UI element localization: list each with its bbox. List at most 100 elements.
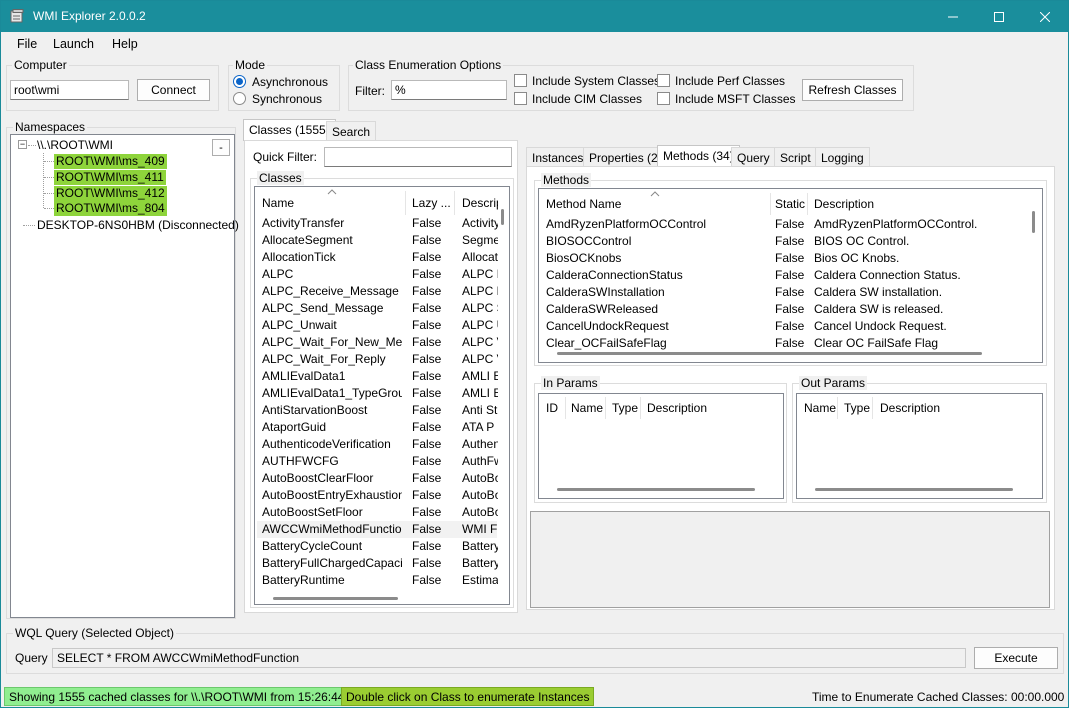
- class-row[interactable]: AutoBoostClearFloor False AutoBo: [257, 470, 498, 487]
- method-row[interactable]: CancelUndockRequest False Cancel Undock Re…: [541, 318, 1029, 335]
- method-row[interactable]: Clear_OCFailSafeFlag False Clear OC FailSa…: [541, 335, 1029, 352]
- class-row[interactable]: BatteryFullChargedCapacity False Battery: [257, 555, 498, 572]
- namespace-tree[interactable]: − \\.\ROOT\WMI ROOT\WMI\ms_409 ROOT\WMI\…: [10, 134, 239, 618]
- class-row[interactable]: BatteryCycleCount False Battery: [257, 538, 498, 555]
- tree-ns-804[interactable]: ROOT\WMI\ms_804: [54, 201, 167, 216]
- col-in-name[interactable]: Name: [571, 401, 603, 415]
- methods-vscroll[interactable]: [1032, 211, 1035, 233]
- class-row[interactable]: AutoBoostSetFloor False AutoBo: [257, 504, 498, 521]
- menu-file[interactable]: File: [17, 37, 37, 51]
- class-row[interactable]: AUTHFWCFG False AuthFw: [257, 453, 498, 470]
- include-cim-checkbox[interactable]: [514, 92, 527, 105]
- include-system-checkbox[interactable]: [514, 74, 527, 87]
- method-desc: Caldera Connection Status.: [814, 268, 961, 282]
- computer-input[interactable]: root\wmi: [10, 80, 129, 100]
- col-static[interactable]: Static: [775, 197, 805, 211]
- tab-search[interactable]: Search: [326, 121, 377, 141]
- tab-script[interactable]: Script: [774, 147, 817, 167]
- classes-hscroll[interactable]: [273, 597, 398, 600]
- method-row[interactable]: CalderaConnectionStatus False Caldera Conn…: [541, 267, 1029, 284]
- menu-launch[interactable]: Launch: [53, 37, 94, 51]
- col-lazy[interactable]: Lazy ...: [412, 196, 451, 210]
- sync-label[interactable]: Synchronous: [252, 92, 322, 106]
- col-out-name[interactable]: Name: [804, 401, 836, 415]
- async-label[interactable]: Asynchronous: [252, 75, 328, 89]
- col-out-type[interactable]: Type: [844, 401, 870, 415]
- class-row[interactable]: AMLIEvalData1 False AMLI E: [257, 368, 498, 385]
- tab-instances[interactable]: Instances: [526, 147, 590, 167]
- class-row[interactable]: ALPC_Receive_Message False ALPC R: [257, 283, 498, 300]
- col-method-name[interactable]: Method Name: [546, 197, 621, 211]
- filter-input[interactable]: %: [391, 80, 507, 100]
- method-row[interactable]: CalderaSWReleased False Caldera SW is rele…: [541, 301, 1029, 318]
- class-row[interactable]: ALPC_Wait_For_New_Mes... False ALPC V: [257, 334, 498, 351]
- tree-ns-411[interactable]: ROOT\WMI\ms_411: [54, 170, 166, 185]
- tab-methods[interactable]: Methods (34): [657, 145, 740, 167]
- in-params-listview[interactable]: ID Name Type Description: [538, 393, 784, 499]
- include-cim-label[interactable]: Include CIM Classes: [532, 92, 642, 106]
- refresh-classes-button[interactable]: Refresh Classes: [802, 79, 903, 101]
- class-row[interactable]: ALPC_Unwait False ALPC U: [257, 317, 498, 334]
- class-row[interactable]: AtaportGuid False ATA P: [257, 419, 497, 436]
- sync-radio[interactable]: [233, 92, 246, 105]
- method-row[interactable]: BIOSOCControl False BIOS OC Control.: [541, 233, 1029, 250]
- method-name: CalderaSWInstallation: [546, 285, 665, 299]
- include-system-label[interactable]: Include System Classes: [532, 74, 660, 88]
- quick-filter-input[interactable]: [324, 147, 512, 167]
- in-params-hscroll[interactable]: [557, 488, 755, 491]
- menu-help[interactable]: Help: [112, 37, 138, 51]
- class-row[interactable]: ALPC False ALPC I: [257, 266, 498, 283]
- col-method-description[interactable]: Description: [814, 197, 874, 211]
- class-row[interactable]: AMLIEvalData1_TypeGroup1 False AMLI E: [257, 385, 498, 402]
- tab-logging[interactable]: Logging: [815, 147, 870, 167]
- col-in-id[interactable]: ID: [546, 401, 558, 415]
- tree-root-node[interactable]: \\.\ROOT\WMI: [35, 138, 115, 153]
- close-button[interactable]: [1022, 1, 1068, 32]
- method-row[interactable]: CalderaSWInstallation False Caldera SW ins…: [541, 284, 1029, 301]
- class-row[interactable]: BatteryRuntime False Estimat: [257, 572, 498, 589]
- class-row[interactable]: AWCCWmiMethodFunction False WMI F: [257, 521, 497, 538]
- class-row[interactable]: AuthenticodeVerification False Authen: [257, 436, 498, 453]
- class-row[interactable]: AllocationTick False Allocat: [257, 249, 498, 266]
- class-row[interactable]: AntiStarvationBoost False Anti St: [257, 402, 497, 419]
- tree-ns-409[interactable]: ROOT\WMI\ms_409: [54, 154, 167, 169]
- class-row[interactable]: AllocateSegment False Segme: [257, 232, 498, 249]
- col-in-description[interactable]: Description: [647, 401, 707, 415]
- class-row[interactable]: ActivityTransfer False Activity: [257, 215, 498, 232]
- class-row[interactable]: ALPC_Send_Message False ALPC S: [257, 300, 498, 317]
- method-row[interactable]: BiosOCKnobs False Bios OC Knobs.: [541, 250, 1029, 267]
- classes-vscroll[interactable]: [501, 209, 504, 225]
- classes-listview[interactable]: Name Lazy ... Descrip ActivityTransfer Fa…: [254, 186, 510, 605]
- col-description[interactable]: Descrip: [462, 196, 498, 210]
- tab-properties[interactable]: Properties (2): [583, 147, 668, 167]
- method-row[interactable]: AmdRyzenPlatformOCControl False AmdRyzenPl…: [541, 216, 1029, 233]
- namespace-collapse-button[interactable]: -: [212, 139, 230, 156]
- include-perf-label[interactable]: Include Perf Classes: [675, 74, 785, 88]
- query-field[interactable]: SELECT * FROM AWCCWmiMethodFunction: [52, 648, 966, 668]
- tab-query[interactable]: Query: [731, 147, 776, 167]
- async-radio[interactable]: [233, 75, 246, 88]
- tree-remote-node[interactable]: DESKTOP-6NS0HBM (Disconnected): [35, 218, 241, 233]
- enum-options-label: Class Enumeration Options: [353, 58, 504, 72]
- include-perf-checkbox[interactable]: [657, 74, 670, 87]
- tab-classes[interactable]: Classes (1555): [243, 119, 336, 141]
- class-row[interactable]: AutoBoostEntryExhaustion False AutoBo: [257, 487, 498, 504]
- methods-listview[interactable]: Method Name Static Description AmdRyzenP…: [538, 188, 1043, 363]
- title-bar[interactable]: WMI Explorer 2.0.0.2: [1, 1, 1068, 32]
- include-msft-checkbox[interactable]: [657, 92, 670, 105]
- minimize-button[interactable]: [930, 1, 976, 32]
- out-params-listview[interactable]: Name Type Description: [796, 393, 1043, 499]
- tree-ns-412[interactable]: ROOT\WMI\ms_412: [54, 186, 167, 201]
- methods-group-label: Methods: [541, 173, 592, 187]
- methods-hscroll[interactable]: [557, 352, 982, 355]
- class-row[interactable]: ALPC_Wait_For_Reply False ALPC V: [257, 351, 498, 368]
- col-name[interactable]: Name: [262, 196, 294, 210]
- col-out-description[interactable]: Description: [880, 401, 940, 415]
- out-params-hscroll[interactable]: [815, 488, 1013, 491]
- tree-collapse-icon[interactable]: −: [18, 140, 27, 149]
- include-msft-label[interactable]: Include MSFT Classes: [675, 92, 796, 106]
- execute-button[interactable]: Execute: [974, 647, 1058, 669]
- maximize-button[interactable]: [976, 1, 1022, 32]
- col-in-type[interactable]: Type: [612, 401, 638, 415]
- connect-button[interactable]: Connect: [137, 79, 210, 101]
